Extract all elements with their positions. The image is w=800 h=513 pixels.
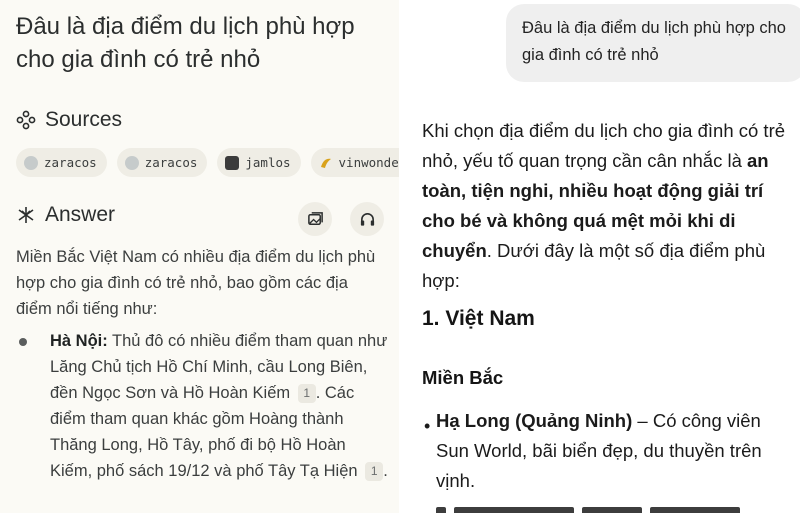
answer-label: Answer bbox=[45, 203, 116, 226]
reply-bullet: Hạ Long (Quảng Ninh) – Có công viên Sun … bbox=[436, 406, 796, 496]
image-gallery-button[interactable] bbox=[298, 202, 332, 236]
user-message-bubble: Đâu là địa điểm du lịch phù hợp cho gia … bbox=[506, 4, 800, 82]
answer-bullet: Hà Nội: Thủ đô có nhiều điểm tham quan n… bbox=[50, 328, 390, 484]
citation-badge[interactable]: 1 bbox=[365, 462, 384, 481]
chat-panel: Đâu là địa điểm du lịch phù hợp cho gia … bbox=[402, 0, 800, 513]
citation-badge[interactable]: 1 bbox=[297, 384, 316, 403]
cutoff-glyph bbox=[436, 507, 446, 513]
source-name: jamlos bbox=[245, 155, 291, 170]
globe-favicon-icon bbox=[24, 155, 38, 170]
sources-label: Sources bbox=[45, 108, 123, 131]
listen-button[interactable] bbox=[350, 202, 384, 236]
reply-heading-region: Miền Bắc bbox=[422, 367, 504, 388]
cutoff-glyph bbox=[650, 507, 740, 513]
cutoff-glyph bbox=[582, 507, 642, 513]
source-chips: zaracos zaracos jamlos vinwonders bbox=[16, 148, 399, 177]
headphones-icon bbox=[360, 212, 374, 226]
reply-intro-text: Khi chọn địa điểm du lịch cho gia đình c… bbox=[422, 120, 786, 171]
bullet-end: . bbox=[383, 462, 388, 480]
answer-header: Answer bbox=[16, 203, 115, 227]
reply-bullet-title: Hạ Long (Quảng Ninh) bbox=[436, 410, 633, 431]
source-chip[interactable]: zaracos bbox=[116, 148, 208, 177]
answer-actions bbox=[298, 202, 384, 236]
bullet-title: Hà Nội: bbox=[50, 332, 108, 350]
answer-icon bbox=[18, 207, 34, 223]
source-name: zaracos bbox=[144, 155, 198, 170]
jamlos-favicon-icon bbox=[225, 155, 240, 170]
cutoff-glyph bbox=[454, 507, 574, 513]
globe-favicon-icon bbox=[124, 155, 139, 170]
source-name: zaracos bbox=[44, 155, 97, 170]
answer-intro: Miền Bắc Việt Nam có nhiều địa điểm du l… bbox=[16, 248, 376, 318]
reply-heading-country: 1. Việt Nam bbox=[422, 307, 535, 330]
query-title: Đâu là địa điểm du lịch phù hợp cho gia … bbox=[16, 13, 355, 73]
reply-intro: Khi chọn địa điểm du lịch cho gia đình c… bbox=[422, 116, 790, 296]
sources-icon bbox=[16, 110, 36, 130]
reply-next-line-cutoff bbox=[436, 502, 796, 513]
source-chip[interactable]: vinwonders bbox=[310, 148, 399, 177]
image-gallery-icon bbox=[307, 211, 323, 225]
sources-header: Sources bbox=[16, 108, 122, 132]
source-name: vinwonders bbox=[338, 155, 399, 170]
perplexity-panel: Đâu là địa điểm du lịch phù hợp cho gia … bbox=[0, 0, 399, 513]
bullet-marker bbox=[19, 338, 27, 346]
vinwonders-favicon-icon bbox=[320, 158, 331, 168]
reply-bullet-marker: • bbox=[424, 416, 431, 436]
source-chip[interactable]: zaracos bbox=[16, 148, 107, 177]
source-chip[interactable]: jamlos bbox=[217, 148, 301, 177]
